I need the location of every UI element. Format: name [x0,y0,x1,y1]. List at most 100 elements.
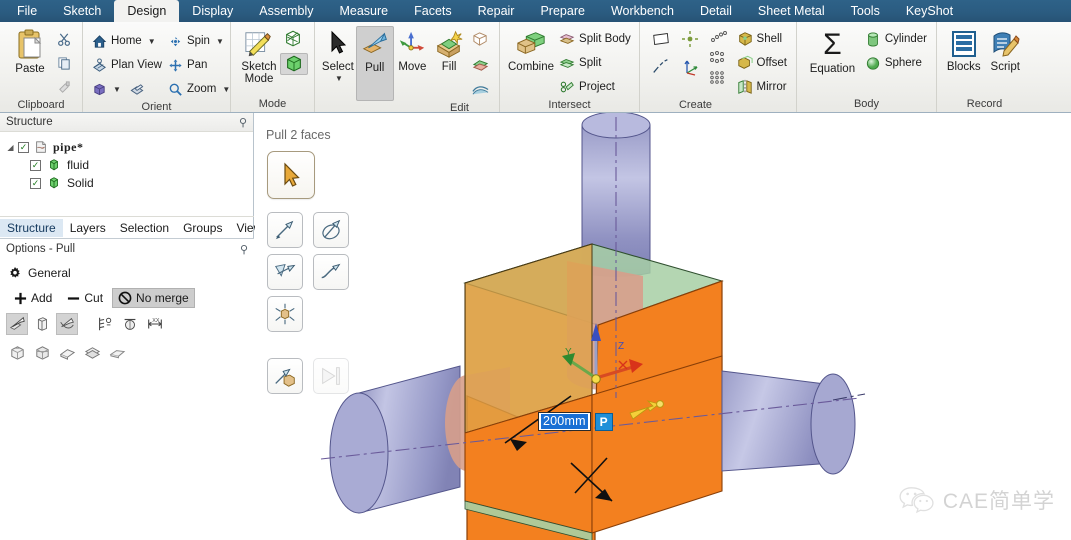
pull-button[interactable]: Pull [355,26,394,101]
menu-item-repair[interactable]: Repair [465,0,528,22]
zoom-button[interactable]: Zoom ▼ [165,78,231,100]
chamfer-button[interactable] [6,341,28,363]
tab-structure[interactable]: Structure [0,218,63,237]
revolve-pull-button[interactable] [119,313,141,335]
axis-line-button[interactable] [648,56,678,78]
palette-pull-curve-button[interactable] [313,254,349,290]
equation-button[interactable]: Σ Equation [807,26,858,76]
pan-button[interactable]: Pan [165,54,231,76]
menu-item-keyshot[interactable]: KeyShot [893,0,966,22]
menu-item-file[interactable]: File [4,0,50,22]
copy-button[interactable] [54,52,75,74]
menu-item-design[interactable]: Design [114,0,180,22]
menu-item-facets[interactable]: Facets [401,0,465,22]
no-merge-button[interactable]: No merge [112,288,195,308]
menu-item-display[interactable]: Display [179,0,246,22]
palette-select-cursor-button[interactable] [267,151,315,199]
pattern-fill-button[interactable] [705,48,732,66]
palette-up-to-button[interactable] [313,358,349,394]
cut-button[interactable] [54,28,75,50]
palette-revolve-helix-button[interactable] [313,212,349,248]
dimension-edit-box[interactable]: 200mm P [538,412,613,431]
shell-button[interactable]: Shell [734,28,790,50]
view-cube-button[interactable]: ▼ [89,78,165,100]
chevron-down-icon-cube[interactable]: ▼ [113,85,121,94]
taper-button[interactable] [106,341,128,363]
palette-full-pull-button[interactable] [267,296,303,332]
tree-item-solid[interactable]: ✓ Solid [4,174,253,192]
tree-checkbox-fluid[interactable]: ✓ [30,159,41,171]
menu-item-prepare[interactable]: Prepare [527,0,597,22]
select-button[interactable]: Select ▼ [320,26,356,83]
cut-option-button[interactable]: Cut [61,288,109,308]
tab-selection[interactable]: Selection [113,219,176,237]
sketch-mode-button[interactable]: Sketch Mode [239,26,279,85]
chevron-down-icon-select[interactable]: ▼ [335,74,343,83]
dimension-input[interactable]: 200mm [538,412,591,431]
spin-button[interactable]: Spin ▼ [165,30,231,52]
add-button[interactable]: Add [8,288,58,308]
palette-pull-to-body-button[interactable] [267,358,303,394]
combine-button[interactable]: Combine [508,26,554,73]
home-button[interactable]: Home ▼ [89,30,165,52]
options-pin-icon[interactable]: ⚲ [240,243,248,256]
cylinder-button[interactable]: Cylinder [862,28,930,50]
palette-pull-direction-button[interactable] [267,212,303,248]
point-button[interactable] [678,28,705,50]
pull-face-button[interactable] [31,313,53,335]
tab-groups[interactable]: Groups [176,219,229,237]
coordinate-system-button[interactable] [678,56,705,78]
tree-checkbox-solid[interactable]: ✓ [30,177,41,189]
pull-both-button[interactable] [56,313,78,335]
palette-pull-scale-button[interactable] [267,254,303,290]
pin-icon[interactable]: ⚲ [239,116,247,129]
menu-item-detail[interactable]: Detail [687,0,745,22]
draft-button[interactable] [56,341,78,363]
mirror-button[interactable]: Mirror [734,76,790,98]
split-body-button[interactable]: Split Body [556,28,634,50]
ruler-pull-button[interactable] [94,313,116,335]
tree-item-pipe[interactable]: ◢ ✓ pipe* [4,138,253,156]
expander-icon[interactable]: ◢ [6,143,15,152]
round-button[interactable] [31,341,53,363]
tree-item-fluid[interactable]: ✓ fluid [4,156,253,174]
3d-model-scene[interactable]: Y Z [255,113,1071,540]
adjust-button[interactable] [468,78,493,100]
move-button[interactable]: Move [394,26,432,73]
pattern-circular-button[interactable] [705,28,732,46]
split-button[interactable]: Split [556,52,634,74]
plan-view-button[interactable]: Plan View [89,54,165,76]
3d-mode-button[interactable] [280,53,308,75]
extrude-face-button[interactable] [81,341,103,363]
replace-button[interactable] [468,53,493,75]
measure-span-button[interactable]: XX [144,313,166,335]
general-section[interactable]: General [0,259,254,280]
tab-layers[interactable]: Layers [63,219,113,237]
menu-item-sketch[interactable]: Sketch [50,0,114,22]
pull-edge-button[interactable] [6,313,28,335]
chevron-down-icon[interactable]: ▼ [148,37,156,46]
sphere-button[interactable]: Sphere [862,52,930,74]
blend-button[interactable] [468,28,493,50]
menu-item-assembly[interactable]: Assembly [246,0,326,22]
menu-item-measure[interactable]: Measure [326,0,401,22]
blocks-button[interactable]: Blocks [943,26,985,73]
pattern-grid-button[interactable] [705,68,732,86]
format-painter-button[interactable] [54,76,75,98]
menu-item-sheet-metal[interactable]: Sheet Metal [745,0,838,22]
project-button[interactable]: Project [556,76,634,98]
chevron-down-icon-spin[interactable]: ▼ [216,37,224,46]
view-section-icon[interactable] [129,82,145,97]
menu-item-workbench[interactable]: Workbench [598,0,687,22]
3d-viewport[interactable]: Pull 2 faces Y Z 200mm P CAE简单学 [255,113,1071,540]
offset-button[interactable]: Offset [734,52,790,74]
dimension-value[interactable]: 200mm [541,414,588,429]
fill-button[interactable]: Fill [431,26,467,73]
paste-button[interactable]: Paste [8,26,52,75]
menu-item-tools[interactable]: Tools [838,0,893,22]
plane-button[interactable] [648,28,678,50]
section-mode-button[interactable] [280,28,308,50]
dimension-p-button[interactable]: P [594,412,613,431]
script-button[interactable]: Script [985,26,1027,73]
tree-checkbox-pipe[interactable]: ✓ [18,141,29,153]
